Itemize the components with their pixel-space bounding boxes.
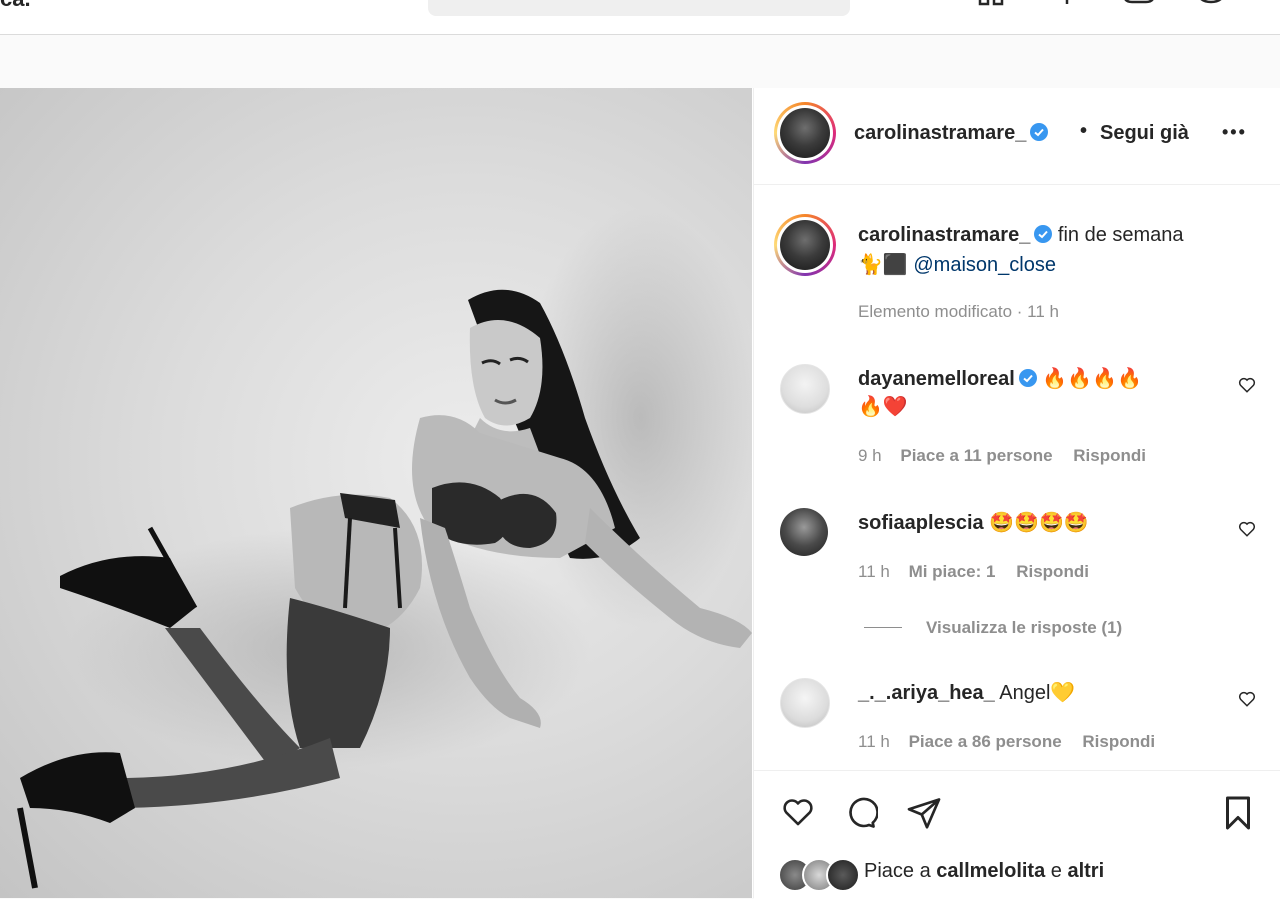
comment-likes[interactable]: Mi piace: 1: [909, 562, 996, 581]
comment-avatar[interactable]: [780, 364, 830, 414]
comment-text: 🤩🤩🤩🤩: [989, 512, 1089, 534]
more-options-icon[interactable]: •••: [1222, 122, 1247, 143]
comment-1-line-2: 🔥❤️: [858, 396, 908, 418]
likes-conj: e: [1050, 860, 1062, 882]
share-icon[interactable]: [906, 795, 942, 836]
new-post-icon[interactable]: [1052, 0, 1082, 6]
author-username-row: carolinastramare_: [854, 122, 1049, 145]
search-input[interactable]: [428, 0, 850, 16]
replies-divider-line: [864, 627, 902, 628]
comment-time[interactable]: 9 h: [858, 446, 882, 465]
comment-username[interactable]: sofiaaplescia: [858, 512, 984, 534]
comment-like-icon[interactable]: [1238, 376, 1256, 394]
follow-status-button[interactable]: Segui già: [1100, 122, 1189, 145]
post-photo[interactable]: [0, 88, 752, 898]
likes-user-link[interactable]: callmelolita: [936, 860, 1045, 882]
caption-line-1: carolinastramare_ fin de semana: [858, 224, 1184, 247]
comment-3-meta: 11 h Piace a 86 persone Rispondi: [858, 732, 1155, 752]
top-navigation-bar: ca. ·: [0, 0, 1280, 35]
comment-reply-button[interactable]: Rispondi: [1016, 562, 1089, 581]
comment-2-line-1: sofiaaplescia 🤩🤩🤩🤩: [858, 510, 1089, 535]
comment-icon[interactable]: [842, 795, 879, 836]
comment-avatar[interactable]: [780, 508, 828, 556]
comment-avatar[interactable]: [780, 678, 830, 728]
explore-icon[interactable]: [1194, 0, 1224, 6]
author-avatar[interactable]: [774, 102, 836, 164]
comment-likes[interactable]: Piace a 86 persone: [909, 732, 1062, 751]
caption-username[interactable]: carolinastramare_: [858, 224, 1030, 246]
caption-dot: ·: [1016, 302, 1023, 321]
comment-username[interactable]: _._.ariya_hea_: [858, 682, 995, 704]
caption-mention-link[interactable]: @maison_close: [913, 254, 1056, 276]
author-username[interactable]: carolinastramare_: [854, 122, 1026, 144]
caption-emoji: 🐈⬛: [858, 254, 908, 276]
messenger-icon[interactable]: [1122, 0, 1154, 6]
comment-1-meta: 9 h Piace a 11 persone Rispondi: [858, 446, 1146, 466]
comment-1-line-1: dayanemelloreal 🔥🔥🔥🔥: [858, 366, 1142, 391]
instagram-logo[interactable]: ca. ·: [0, 0, 44, 12]
comment-2-meta: 11 h Mi piace: 1 Rispondi: [858, 562, 1089, 582]
view-replies-button[interactable]: Visualizza le risposte (1): [926, 618, 1122, 638]
edited-label: Elemento modificato: [858, 302, 1013, 321]
comment-reply-button[interactable]: Rispondi: [1073, 446, 1146, 465]
comment-likes[interactable]: Piace a 11 persone: [900, 446, 1052, 465]
comment-text: 🔥🔥🔥🔥: [1042, 368, 1142, 390]
verified-badge-icon: [1018, 369, 1037, 387]
liker-avatar[interactable]: [826, 858, 860, 892]
caption-time[interactable]: 11 h: [1027, 302, 1059, 321]
comment-3-line-1: _._.ariya_hea_ Angel💛: [858, 680, 1075, 705]
home-icon[interactable]: [976, 0, 1006, 6]
comment-like-icon[interactable]: [1238, 690, 1256, 708]
comment-time[interactable]: 11 h: [858, 732, 890, 751]
verified-badge-icon: [1030, 123, 1049, 141]
post-sidebar: carolinastramare_ • Segui già ••• caroli…: [753, 88, 1280, 899]
caption-line-2: 🐈⬛ @maison_close: [858, 252, 1056, 277]
likes-prefix: Piace a: [864, 860, 931, 882]
comment-like-icon[interactable]: [1238, 520, 1256, 538]
comment-time[interactable]: 11 h: [858, 562, 890, 581]
caption-avatar[interactable]: [774, 214, 836, 276]
comment-reply-button[interactable]: Rispondi: [1082, 732, 1155, 751]
likes-others-link[interactable]: altri: [1067, 860, 1104, 882]
verified-badge-icon: [1034, 225, 1053, 243]
save-icon[interactable]: [1222, 795, 1254, 836]
like-icon[interactable]: [780, 795, 816, 834]
comment-username[interactable]: dayanemelloreal: [858, 368, 1015, 390]
caption-meta: Elemento modificato · 11 h: [858, 302, 1059, 322]
post-card: carolinastramare_ • Segui già ••• caroli…: [0, 88, 1280, 899]
header-separator: •: [1080, 120, 1088, 142]
likes-summary: Piace a callmelolita e altri: [864, 860, 1104, 883]
comment-text: Angel💛: [999, 682, 1076, 704]
post-header: carolinastramare_ • Segui già •••: [754, 88, 1280, 185]
caption-text: fin de semana: [1057, 224, 1184, 246]
